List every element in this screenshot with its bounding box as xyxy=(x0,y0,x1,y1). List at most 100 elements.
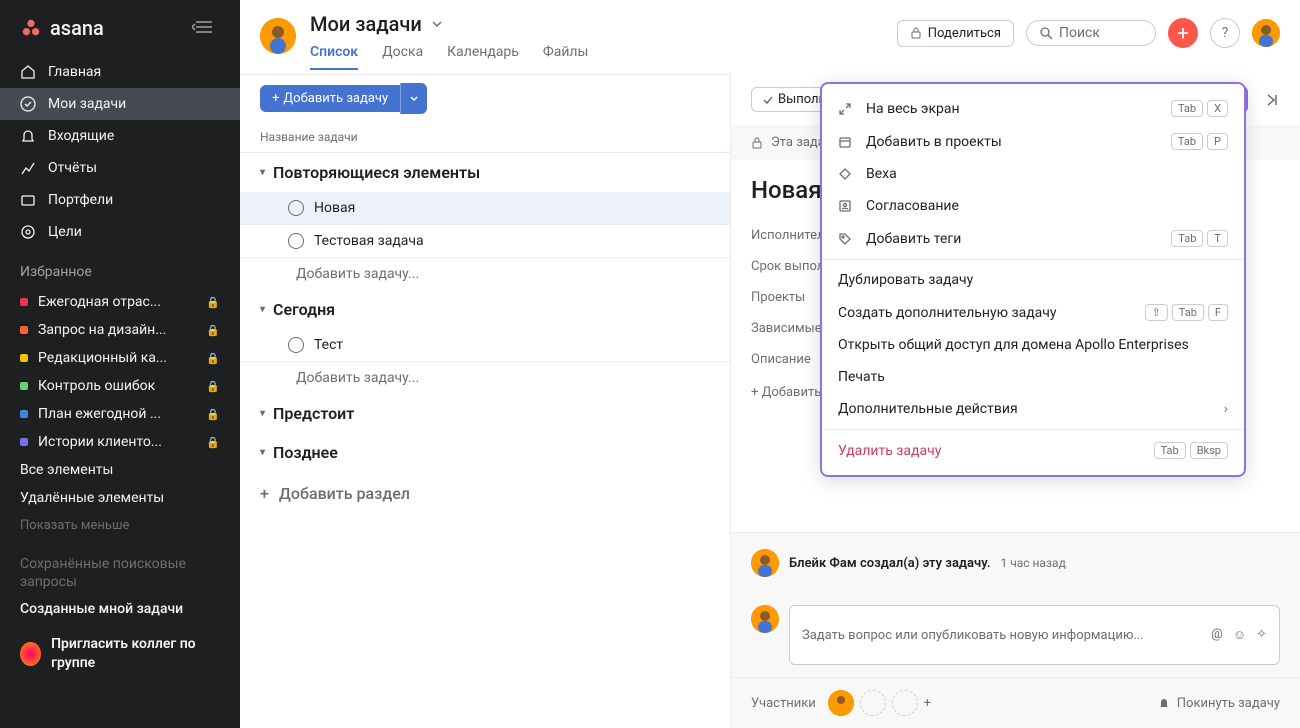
favorite-item[interactable]: Запрос на дизайн... 🔒 xyxy=(0,316,240,344)
task-row[interactable]: Тест xyxy=(240,329,730,362)
profile-avatar[interactable] xyxy=(1252,19,1280,47)
dropdown-item[interactable]: Открыть общий доступ для домена Apollo E… xyxy=(822,329,1244,361)
chart-icon xyxy=(20,160,36,176)
favorite-item[interactable]: План ежегодной ... 🔒 xyxy=(0,400,240,428)
caret-icon: ▾ xyxy=(260,304,265,315)
approval-icon xyxy=(838,199,854,213)
dropdown-item[interactable]: Согласование xyxy=(822,190,1244,222)
dropdown-item[interactable]: На весь экранTabX xyxy=(822,92,1244,125)
nav-inbox[interactable]: Входящие xyxy=(0,120,240,152)
view-tabs: Список Доска Календарь Файлы xyxy=(310,44,897,70)
comment-input[interactable]: Задать вопрос или опубликовать новую инф… xyxy=(789,605,1280,665)
caret-icon: ▾ xyxy=(260,167,265,178)
add-task-inline[interactable]: Добавить задачу... xyxy=(240,258,730,290)
task-row[interactable]: Новая xyxy=(240,192,730,225)
add-participant-placeholder[interactable] xyxy=(892,690,918,716)
section-header[interactable]: ▾Повторяющиеся элементы xyxy=(260,163,710,182)
project-color-dot xyxy=(20,354,28,362)
comment-avatar xyxy=(751,605,779,633)
nav-portfolios[interactable]: Портфели xyxy=(0,184,240,216)
section-header[interactable]: ▾Позднее xyxy=(260,443,710,462)
star-icon[interactable]: ✧ xyxy=(1256,627,1267,643)
comment-composer: Задать вопрос или опубликовать новую инф… xyxy=(731,593,1300,677)
section-title: Сегодня xyxy=(273,300,335,319)
emoji-icon[interactable]: ☺ xyxy=(1233,627,1246,643)
tab-list[interactable]: Список xyxy=(310,44,358,70)
nav-goals[interactable]: Цели xyxy=(0,216,240,248)
global-add-button[interactable]: + xyxy=(1168,18,1198,48)
help-button[interactable]: ? xyxy=(1210,18,1240,48)
add-task-dropdown[interactable] xyxy=(400,83,427,114)
search-input[interactable]: Поиск xyxy=(1026,20,1156,46)
sidebar-collapse-icon[interactable] xyxy=(192,19,220,38)
favorite-label: Контроль ошибок xyxy=(38,378,196,394)
all-items-link[interactable]: Все элементы xyxy=(0,456,240,484)
lock-icon: 🔒 xyxy=(206,324,220,337)
key-hint: Tab xyxy=(1171,133,1203,150)
close-detail-icon[interactable] xyxy=(1262,91,1280,109)
dropdown-item[interactable]: Печать xyxy=(822,361,1244,393)
user-avatar[interactable] xyxy=(260,18,296,54)
tag-icon xyxy=(838,232,854,246)
tab-files[interactable]: Файлы xyxy=(543,44,588,70)
tab-calendar[interactable]: Календарь xyxy=(447,44,519,70)
deleted-items-link[interactable]: Удалённые элементы xyxy=(0,484,240,512)
lock-icon: 🔒 xyxy=(206,352,220,365)
dropdown-item[interactable]: Дублировать задачу xyxy=(822,264,1244,296)
add-section-button[interactable]: +Добавить раздел xyxy=(240,472,730,515)
dropdown-delete-label: Удалить задачу xyxy=(838,443,1142,459)
favorite-item[interactable]: Истории клиенто...🔒 xyxy=(0,428,240,456)
page-title[interactable]: Мои задачи xyxy=(310,12,897,36)
column-header-name: Название задачи xyxy=(240,122,730,153)
activity-feed-item: Блейк Фам создал(а) эту задачу. 1 час на… xyxy=(731,532,1300,593)
project-color-dot xyxy=(20,326,28,334)
nav-reports[interactable]: Отчёты xyxy=(0,152,240,184)
add-task-inline[interactable]: Добавить задачу... xyxy=(240,362,730,394)
lock-icon: 🔒 xyxy=(206,380,220,393)
task-complete-checkbox[interactable] xyxy=(288,233,304,249)
dropdown-item[interactable]: Веха xyxy=(822,158,1244,190)
favorite-item[interactable]: Редакционный ка...🔒 xyxy=(0,344,240,372)
section-header[interactable]: ▾Предстоит xyxy=(260,404,710,423)
favorite-item[interactable]: Контроль ошибок 🔒 xyxy=(0,372,240,400)
nav-home[interactable]: Главная xyxy=(0,56,240,88)
tab-board[interactable]: Доска xyxy=(382,44,423,70)
show-less-link[interactable]: Показать меньше xyxy=(0,512,240,539)
add-participant-icon[interactable]: + xyxy=(924,696,931,711)
invite-team-button[interactable]: Пригласить коллег по группе xyxy=(0,623,240,683)
task-name: Тестовая задача xyxy=(314,233,424,249)
comment-placeholder: Задать вопрос или опубликовать новую инф… xyxy=(802,628,1144,643)
milestone-icon xyxy=(838,167,854,181)
section-header[interactable]: ▾ Сегодня xyxy=(260,300,710,319)
share-button[interactable]: Поделиться xyxy=(897,20,1014,47)
target-icon xyxy=(20,224,36,240)
participant-avatar[interactable] xyxy=(828,690,854,716)
nav-my-tasks[interactable]: Мои задачи xyxy=(0,88,240,120)
leave-label: Покинуть задачу xyxy=(1177,696,1280,711)
dropdown-label: Открыть общий доступ для домена Apollo E… xyxy=(838,337,1216,353)
favorite-label: Запрос на дизайн... xyxy=(38,322,196,338)
at-mention-icon[interactable]: @ xyxy=(1211,627,1223,643)
bell-icon xyxy=(1157,696,1171,710)
dropdown-label: Согласование xyxy=(866,198,1216,214)
task-actions-dropdown: На весь экранTabXДобавить в проектыTabPВ… xyxy=(820,82,1246,477)
dropdown-delete-task[interactable]: Удалить задачу TabBksp xyxy=(822,434,1244,467)
add-participant-placeholder[interactable] xyxy=(860,690,886,716)
dropdown-item[interactable]: Дополнительные действия› xyxy=(822,393,1244,425)
add-section-label: Добавить раздел xyxy=(279,484,410,503)
home-icon xyxy=(20,64,36,80)
task-complete-checkbox[interactable] xyxy=(288,337,304,353)
saved-search-link[interactable]: Созданные мной задачи xyxy=(0,595,240,623)
leave-task-button[interactable]: Покинуть задачу xyxy=(1157,696,1280,711)
add-task-button[interactable]: +Добавить задачу xyxy=(260,85,400,112)
caret-icon: ▾ xyxy=(260,447,265,458)
dropdown-item[interactable]: Создать дополнительную задачу⇧TabF xyxy=(822,296,1244,329)
dropdown-item[interactable]: Добавить тегиTabT xyxy=(822,222,1244,255)
dropdown-item[interactable]: Добавить в проектыTabP xyxy=(822,125,1244,158)
task-row[interactable]: Тестовая задача xyxy=(240,225,730,258)
lock-icon: 🔒 xyxy=(206,408,220,421)
task-complete-checkbox[interactable] xyxy=(288,200,304,216)
lock-icon xyxy=(910,27,922,39)
favorite-item[interactable]: Ежегодная отрас...🔒 xyxy=(0,288,240,316)
favorite-label: План ежегодной ... xyxy=(38,406,196,422)
